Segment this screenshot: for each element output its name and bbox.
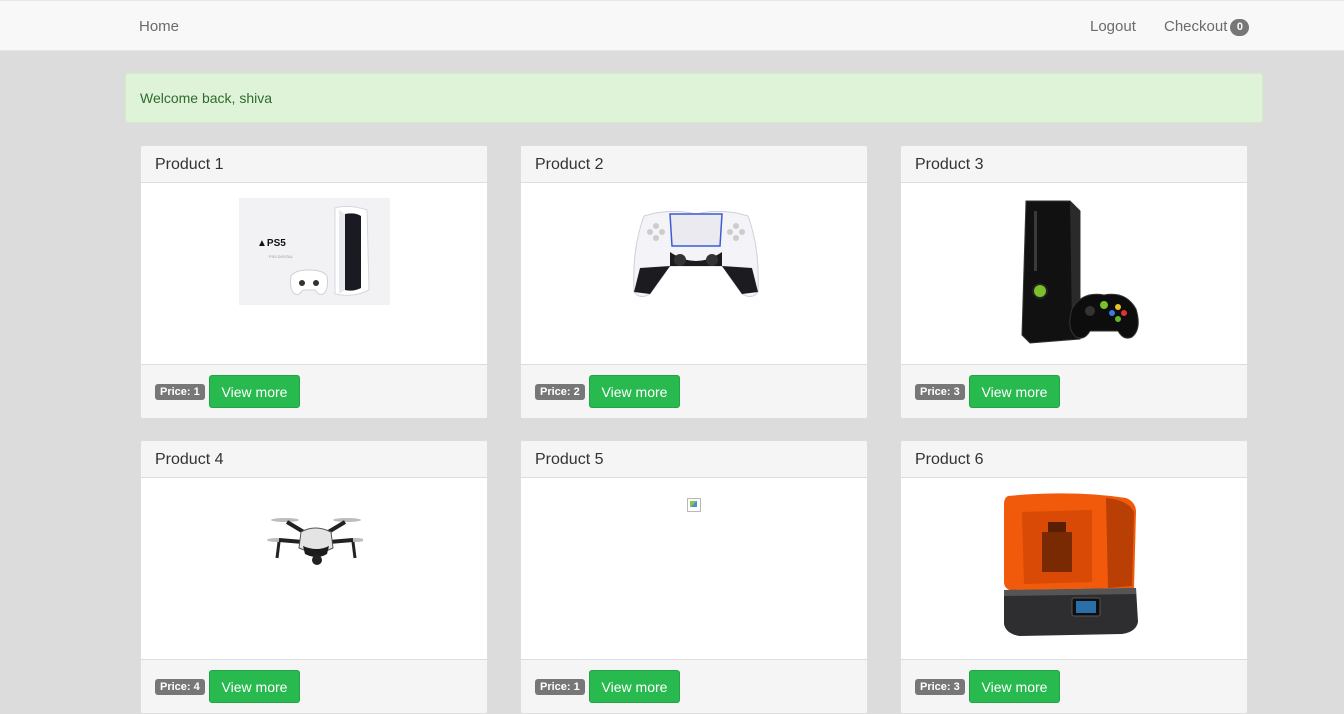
xbox-360-console-icon (1020, 199, 1140, 352)
price-label: Price: 1 (535, 679, 585, 695)
view-more-button[interactable]: View more (969, 670, 1060, 703)
price-label: Price: 3 (915, 384, 965, 400)
product-card: Product 3 Price: 3 View more (900, 145, 1248, 419)
broken-image-icon (687, 498, 701, 512)
nav-home-link[interactable]: Home (139, 18, 179, 35)
view-more-button[interactable]: View more (209, 375, 300, 408)
price-label: Price: 4 (155, 679, 205, 695)
price-label: Price: 2 (535, 384, 585, 400)
product-footer: Price: 1 View more (141, 364, 487, 418)
product-card: Product 6 Price: 3 View more (900, 440, 1248, 714)
product-image-area: ▲PS5 PS5 DIGITAL (141, 183, 487, 364)
product-image-area (901, 183, 1247, 364)
product-footer: Price: 3 View more (901, 364, 1247, 418)
3d-printer-icon (1002, 492, 1144, 647)
view-more-button[interactable]: View more (209, 670, 300, 703)
svg-text:▲PS5: ▲PS5 (257, 238, 286, 249)
cart-count-badge: 0 (1230, 19, 1250, 36)
view-more-button[interactable]: View more (589, 375, 680, 408)
product-card: Product 5 Price: 1 View more (520, 440, 868, 714)
ps5-console-box-icon: ▲PS5 PS5 DIGITAL (239, 198, 390, 310)
product-title: Product 6 (901, 441, 1247, 478)
product-title: Product 4 (141, 441, 487, 478)
product-card: Product 4 Price: 4 View more (140, 440, 488, 714)
product-card: Product 1 ▲PS5 PS5 DIGITAL Price: 1 View… (140, 145, 488, 419)
dualsense-controller-icon (630, 208, 762, 305)
product-card: Product 2 Price: 2 View more (520, 145, 868, 419)
product-title: Product 5 (521, 441, 867, 478)
product-title: Product 2 (521, 146, 867, 183)
price-label: Price: 3 (915, 679, 965, 695)
product-image-area (521, 183, 867, 364)
product-image-area (521, 478, 867, 659)
price-label: Price: 1 (155, 384, 205, 400)
product-image-area (141, 478, 487, 659)
product-footer: Price: 1 View more (521, 659, 867, 713)
product-title: Product 3 (901, 146, 1247, 183)
product-footer: Price: 3 View more (901, 659, 1247, 713)
product-footer: Price: 2 View more (521, 364, 867, 418)
top-navbar: Home Logout Checkout 0 (0, 0, 1344, 51)
welcome-message: Welcome back, shiva (140, 90, 273, 106)
nav-checkout-link[interactable]: Checkout 0 (1164, 18, 1250, 36)
svg-text:PS5 DIGITAL: PS5 DIGITAL (269, 254, 294, 259)
checkout-label: Checkout (1164, 18, 1228, 35)
product-footer: Price: 4 View more (141, 659, 487, 713)
view-more-button[interactable]: View more (589, 670, 680, 703)
nav-logout-link[interactable]: Logout (1090, 18, 1136, 35)
view-more-button[interactable]: View more (969, 375, 1060, 408)
product-image-area (901, 478, 1247, 659)
product-title: Product 1 (141, 146, 487, 183)
drone-icon (267, 514, 365, 575)
welcome-alert: Welcome back, shiva (125, 73, 1263, 123)
